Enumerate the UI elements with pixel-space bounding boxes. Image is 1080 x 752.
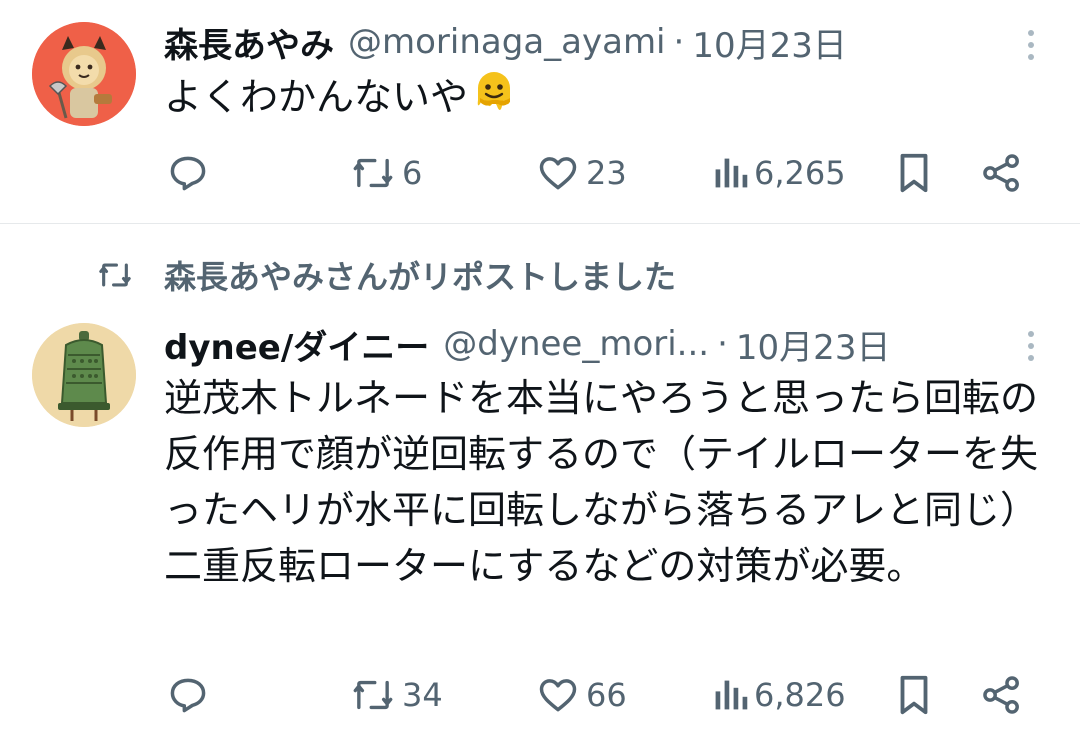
reply-icon xyxy=(170,156,206,191)
views-count: 6,826 xyxy=(754,676,846,714)
bookmark-icon xyxy=(900,153,928,193)
tweet-body: よくわかんないや xyxy=(164,75,469,119)
retweet-icon xyxy=(99,263,131,287)
like-icon xyxy=(539,679,577,712)
user-handle[interactable]: @morinaga_ayami xyxy=(348,22,666,62)
tweet-actions: 34 66 6,826 xyxy=(164,670,1034,720)
avatar[interactable] xyxy=(32,323,136,427)
retweet-button[interactable]: 34 xyxy=(350,670,443,720)
views-button[interactable]: 6,265 xyxy=(712,148,846,198)
reply-icon xyxy=(170,678,206,713)
share-icon xyxy=(983,676,1019,714)
like-button[interactable]: 23 xyxy=(536,148,627,198)
tweet[interactable]: 森長あやみさんがリポストしました dynee/ダイニー @dynee_mori.… xyxy=(0,225,1080,752)
separator-dot: · xyxy=(673,22,685,62)
user-handle[interactable]: @dynee_mori... xyxy=(443,324,709,364)
like-count: 66 xyxy=(586,676,627,714)
share-icon xyxy=(983,154,1019,192)
more-icon[interactable] xyxy=(1028,30,1036,60)
display-name[interactable]: dynee/ダイニー xyxy=(164,320,429,369)
tweet-header: 森長あやみ @morinaga_ayami · 10月23日 xyxy=(164,18,954,66)
retweet-button[interactable]: 6 xyxy=(350,148,422,198)
retweet-count: 6 xyxy=(402,154,423,192)
views-button[interactable]: 6,826 xyxy=(712,670,846,720)
more-icon[interactable] xyxy=(1028,331,1036,361)
avatar-illustration xyxy=(32,22,136,126)
avatar-illustration xyxy=(32,323,136,427)
tweet[interactable]: 森長あやみ @morinaga_ayami · 10月23日 よくわかんないや xyxy=(0,0,1080,224)
melting-face-emoji-icon xyxy=(472,68,516,131)
like-count: 23 xyxy=(586,154,627,192)
tweet-date[interactable]: 10月23日 xyxy=(736,320,891,369)
like-button[interactable]: 66 xyxy=(536,670,627,720)
bookmark-button[interactable] xyxy=(894,148,934,198)
views-count: 6,265 xyxy=(754,154,846,192)
tweet-header: dynee/ダイニー @dynee_mori... · 10月23日 xyxy=(164,320,994,368)
tweet-text: 逆茂木トルネードを本当にやろうと思ったら回転の反作用で顔が逆回転するので（テイル… xyxy=(164,376,1039,588)
repost-label: 森長あやみさんがリポストしました xyxy=(164,258,677,296)
tweet-date[interactable]: 10月23日 xyxy=(692,18,847,67)
views-icon xyxy=(715,680,748,710)
retweet-count: 34 xyxy=(402,676,443,714)
share-button[interactable] xyxy=(980,670,1024,720)
bookmark-button[interactable] xyxy=(894,670,934,720)
tweet-text: よくわかんないや xyxy=(164,68,1054,131)
display-name[interactable]: 森長あやみ xyxy=(164,18,334,67)
share-button[interactable] xyxy=(980,148,1024,198)
tweet-actions: 6 23 6,265 xyxy=(164,148,1034,198)
separator-dot: · xyxy=(717,324,728,364)
like-icon xyxy=(539,157,577,190)
retweet-icon xyxy=(353,680,393,710)
reply-button[interactable] xyxy=(166,670,216,720)
reply-button[interactable] xyxy=(166,148,216,198)
views-icon xyxy=(715,158,748,188)
retweet-icon xyxy=(353,158,393,188)
bookmark-icon xyxy=(900,675,928,715)
avatar[interactable] xyxy=(32,22,136,126)
repost-indicator[interactable]: 森長あやみさんがリポストしました xyxy=(94,253,676,297)
